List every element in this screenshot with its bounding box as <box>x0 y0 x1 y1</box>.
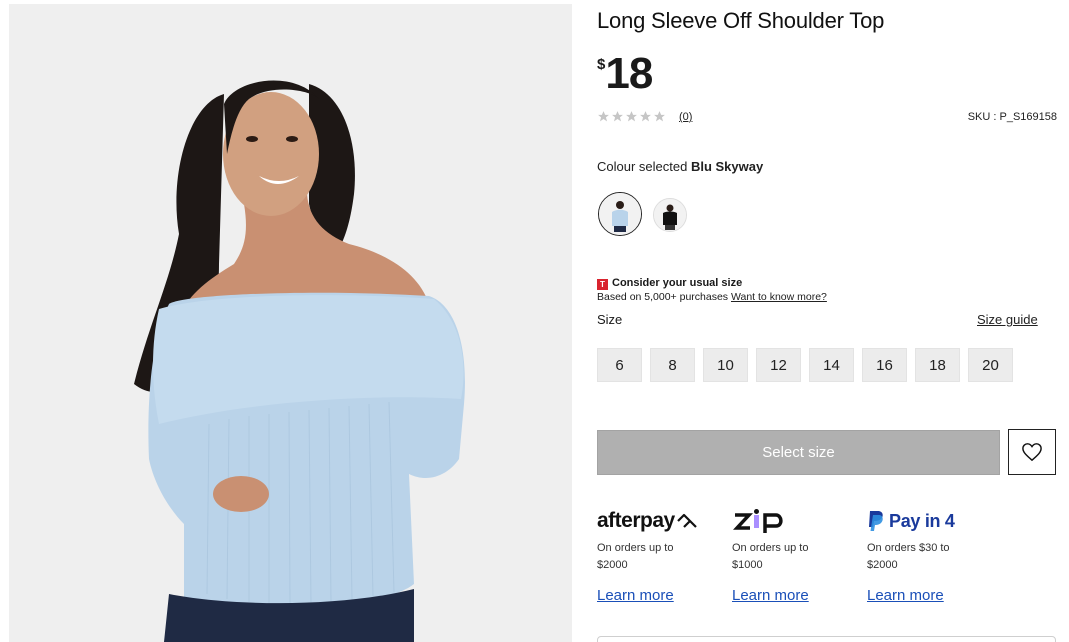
size-recommendation: T Consider your usual size Based on 5,000… <box>597 277 827 303</box>
afterpay-learn-more-link[interactable]: Learn more <box>597 587 674 604</box>
size-badge-icon: T <box>597 279 608 290</box>
zip-learn-more-link[interactable]: Learn more <box>732 587 809 604</box>
delivery-info-box <box>597 636 1056 642</box>
size-option-12[interactable]: 12 <box>756 348 801 382</box>
star-icon <box>598 111 609 122</box>
product-image <box>9 4 572 642</box>
size-option-18[interactable]: 18 <box>915 348 960 382</box>
zip-logo-icon <box>733 509 783 533</box>
afterpay-desc-line2: $2000 <box>597 559 628 571</box>
zip-logo: zip <box>732 506 862 536</box>
payment-afterpay: afterpay On orders up to $2000 Learn mor… <box>597 506 727 605</box>
afterpay-logo: afterpay <box>597 506 727 536</box>
size-option-6[interactable]: 6 <box>597 348 642 382</box>
star-rating[interactable] <box>597 110 666 123</box>
star-icon <box>626 111 637 122</box>
colour-swatch-black[interactable] <box>653 198 687 232</box>
colour-label-text: Colour selected <box>597 159 688 174</box>
size-option-16[interactable]: 16 <box>862 348 907 382</box>
size-option-8[interactable]: 8 <box>650 348 695 382</box>
size-guide-link[interactable]: Size guide <box>977 312 1038 327</box>
price-currency: $ <box>597 56 606 73</box>
size-options: 6 8 10 12 14 16 18 20 <box>597 348 1013 382</box>
size-hint-title: Consider your usual size <box>612 277 743 289</box>
size-hint-link[interactable]: Want to know more? <box>731 291 827 303</box>
payment-paypal: Pay in 4 On orders $30 to $2000 Learn mo… <box>867 506 997 605</box>
paypal-learn-more-link[interactable]: Learn more <box>867 587 944 604</box>
paypal-icon <box>869 511 883 531</box>
zip-desc-line1: On orders up to <box>732 542 809 554</box>
price-amount: 18 <box>605 49 653 98</box>
star-icon <box>612 111 623 122</box>
paypal-pay-in-4-text: Pay in 4 <box>889 510 955 531</box>
payment-zip: zip On orders up to $1000 Learn more <box>732 506 862 605</box>
colour-label: Colour selected Blu Skyway <box>597 159 763 174</box>
product-title: Long Sleeve Off Shoulder Top <box>597 8 885 33</box>
star-icon <box>640 111 651 122</box>
afterpay-arrows-icon <box>676 513 697 528</box>
select-size-button[interactable]: Select size <box>597 430 1000 475</box>
paypal-desc-line1: On orders $30 to <box>867 542 950 554</box>
star-icon <box>654 111 665 122</box>
zip-desc-line2: $1000 <box>732 559 763 571</box>
colour-selected-value: Blu Skyway <box>690 159 764 174</box>
size-option-20[interactable]: 20 <box>968 348 1013 382</box>
product-price: $ 18 <box>597 48 653 100</box>
size-hint-text: Based on 5,000+ purchases <box>597 291 729 303</box>
review-count-link[interactable]: (0) <box>679 111 692 123</box>
rating-row: (0) SKU : P_S169158 <box>597 110 1057 126</box>
heart-icon <box>1022 443 1042 462</box>
colour-swatch-light-blue[interactable] <box>598 192 642 236</box>
size-option-10[interactable]: 10 <box>703 348 748 382</box>
paypal-desc-line2: $2000 <box>867 559 898 571</box>
afterpay-desc-line1: On orders up to <box>597 542 674 554</box>
paypal-logo: Pay in 4 <box>867 506 997 536</box>
wishlist-button[interactable] <box>1008 429 1056 475</box>
size-label: Size <box>597 312 623 327</box>
sku-text: SKU : P_S169158 <box>967 111 1057 123</box>
product-details: Long Sleeve Off Shoulder Top $ 18 (0) SK… <box>597 0 1057 642</box>
size-option-14[interactable]: 14 <box>809 348 854 382</box>
